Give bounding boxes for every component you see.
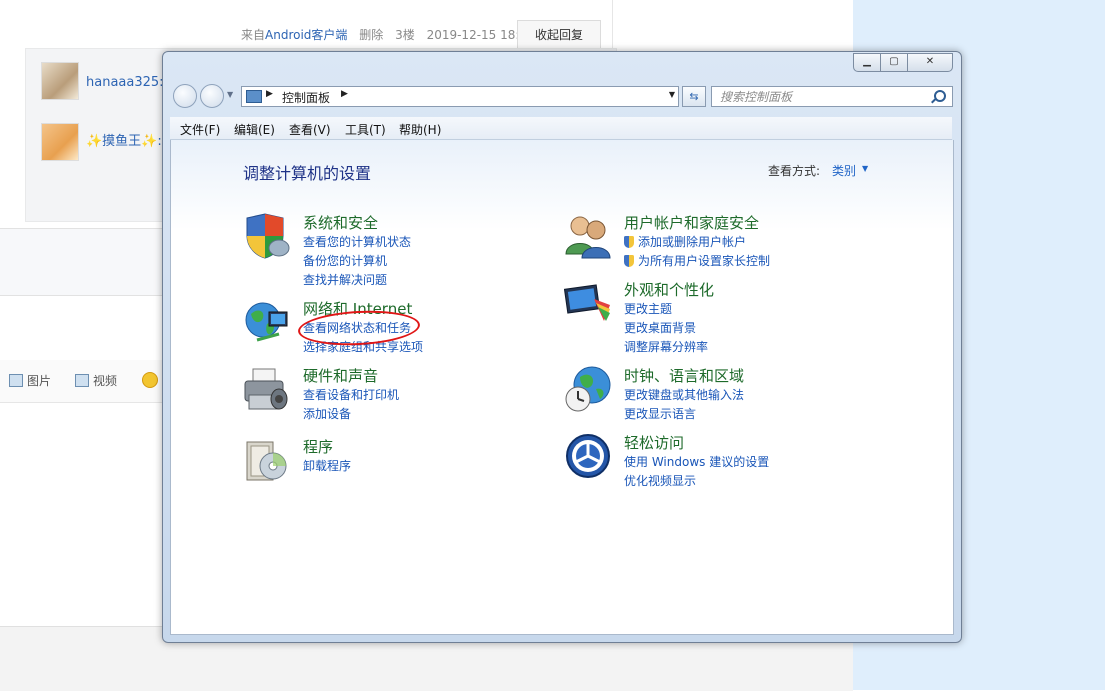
picture-button[interactable]: 图片	[9, 372, 51, 389]
maximize-button[interactable]: ▢	[881, 53, 908, 72]
minimize-button[interactable]: ▁	[853, 53, 881, 72]
breadcrumb-arrow-icon[interactable]: ▶	[266, 89, 273, 99]
category-title[interactable]: 用户帐户和家庭安全	[624, 212, 759, 233]
link-parental-controls[interactable]: 为所有用户设置家长控制	[624, 252, 770, 271]
address-bar[interactable]: ▶ 控制面板 ▶ ▼	[241, 86, 679, 107]
search-icon[interactable]	[934, 90, 946, 102]
link-screen-resolution[interactable]: 调整屏幕分辨率	[624, 338, 708, 357]
category-links: 更改键盘或其他输入法 更改显示语言	[624, 386, 744, 424]
avatar[interactable]	[41, 123, 79, 161]
category-links: 卸载程序	[303, 457, 351, 476]
control-panel-window: ▁ ▢ ✕ ▼ ▶ 控制面板 ▶ ▼ ⇆ 文件(F) 编辑(E) 查看(V) 工…	[162, 51, 962, 643]
video-icon	[75, 374, 89, 387]
link-view-computer-status[interactable]: 查看您的计算机状态	[303, 233, 411, 252]
printer-icon[interactable]	[243, 365, 291, 413]
link-desktop-background[interactable]: 更改桌面背景	[624, 319, 708, 338]
ease-of-access-icon[interactable]	[564, 432, 612, 480]
collapse-reply-button[interactable]: 收起回复	[517, 20, 601, 50]
category-title[interactable]: 系统和安全	[303, 212, 378, 233]
breadcrumb-arrow-icon[interactable]: ▶	[341, 89, 348, 99]
menu-help[interactable]: 帮助(H)	[399, 121, 441, 138]
link-add-device[interactable]: 添加设备	[303, 405, 399, 424]
meta-from: 来自	[241, 28, 266, 42]
link-devices-printers[interactable]: 查看设备和打印机	[303, 386, 399, 405]
page-title: 调整计算机的设置	[243, 164, 372, 183]
menu-view[interactable]: 查看(V)	[289, 121, 331, 138]
clock-globe-icon[interactable]	[564, 365, 612, 413]
video-label: 视频	[93, 374, 118, 388]
link-display-language[interactable]: 更改显示语言	[624, 405, 744, 424]
link-find-fix-problems[interactable]: 查找并解决问题	[303, 271, 411, 290]
users-icon[interactable]	[564, 212, 612, 260]
close-button[interactable]: ✕	[908, 53, 953, 72]
view-by-label: 查看方式:	[768, 164, 821, 178]
menu-tools[interactable]: 工具(T)	[345, 121, 386, 138]
control-panel-icon	[246, 90, 262, 103]
link-optimize-display[interactable]: 优化视频显示	[624, 472, 769, 491]
category-title[interactable]: 时钟、语言和区域	[624, 365, 744, 386]
security-shield-icon[interactable]	[243, 212, 291, 260]
floor-number: 3楼	[395, 28, 415, 42]
category-links: 查看您的计算机状态 备份您的计算机 查找并解决问题	[303, 233, 411, 290]
link-keyboard-input[interactable]: 更改键盘或其他输入法	[624, 386, 744, 405]
video-button[interactable]: 视频	[75, 372, 117, 389]
link-add-remove-accounts[interactable]: 添加或删除用户帐户	[624, 233, 770, 252]
menu-edit[interactable]: 编辑(E)	[234, 121, 275, 138]
category-title[interactable]: 外观和个性化	[624, 279, 714, 300]
menu-file[interactable]: 文件(F)	[180, 121, 220, 138]
refresh-button[interactable]: ⇆	[682, 86, 706, 107]
view-by-dropdown[interactable]: 类别	[832, 162, 856, 179]
category-title[interactable]: 程序	[303, 436, 333, 457]
control-panel-content: 调整计算机的设置 查看方式: 类别 ▼ 系统和安全 查看您的计算机状态 备份您的…	[170, 140, 954, 635]
client-link[interactable]: Android客户端	[265, 28, 347, 42]
emoji-icon[interactable]	[142, 372, 158, 388]
link-backup-computer[interactable]: 备份您的计算机	[303, 252, 411, 271]
reply-meta: 来自Android客户端 删除 3楼 2019-12-15 18:50	[241, 26, 543, 43]
window-controls: ▁ ▢ ✕	[853, 53, 953, 72]
search-input[interactable]	[712, 87, 938, 106]
network-globe-icon[interactable]	[243, 298, 291, 346]
delete-link[interactable]: 删除	[359, 28, 383, 42]
menu-bar: 文件(F) 编辑(E) 查看(V) 工具(T) 帮助(H)	[170, 117, 952, 140]
link-recommended-settings[interactable]: 使用 Windows 建议的设置	[624, 453, 769, 472]
picture-icon	[9, 374, 23, 387]
category-title[interactable]: 硬件和声音	[303, 365, 378, 386]
appearance-monitor-icon[interactable]	[564, 279, 612, 327]
breadcrumb-control-panel[interactable]: 控制面板	[282, 89, 330, 106]
category-links: 更改主题 更改桌面背景 调整屏幕分辨率	[624, 300, 708, 357]
category-links: 添加或删除用户帐户 为所有用户设置家长控制	[624, 233, 770, 271]
search-box	[711, 86, 953, 107]
category-links: 查看设备和打印机 添加设备	[303, 386, 399, 424]
recent-pages-chevron-icon[interactable]: ▼	[227, 90, 233, 99]
address-dropdown-icon[interactable]: ▼	[669, 90, 675, 99]
category-links: 使用 Windows 建议的设置 优化视频显示	[624, 453, 769, 491]
back-button[interactable]	[173, 84, 197, 108]
avatar[interactable]	[41, 62, 79, 100]
link-uninstall-program[interactable]: 卸载程序	[303, 457, 351, 476]
link-change-theme[interactable]: 更改主题	[624, 300, 708, 319]
category-title[interactable]: 轻松访问	[624, 432, 684, 453]
programs-icon[interactable]	[243, 436, 291, 484]
picture-label: 图片	[27, 374, 52, 388]
navigation-bar: ▼ ▶ 控制面板 ▶ ▼ ⇆	[173, 84, 953, 110]
forward-button[interactable]	[200, 84, 224, 108]
chevron-down-icon[interactable]: ▼	[862, 164, 868, 173]
